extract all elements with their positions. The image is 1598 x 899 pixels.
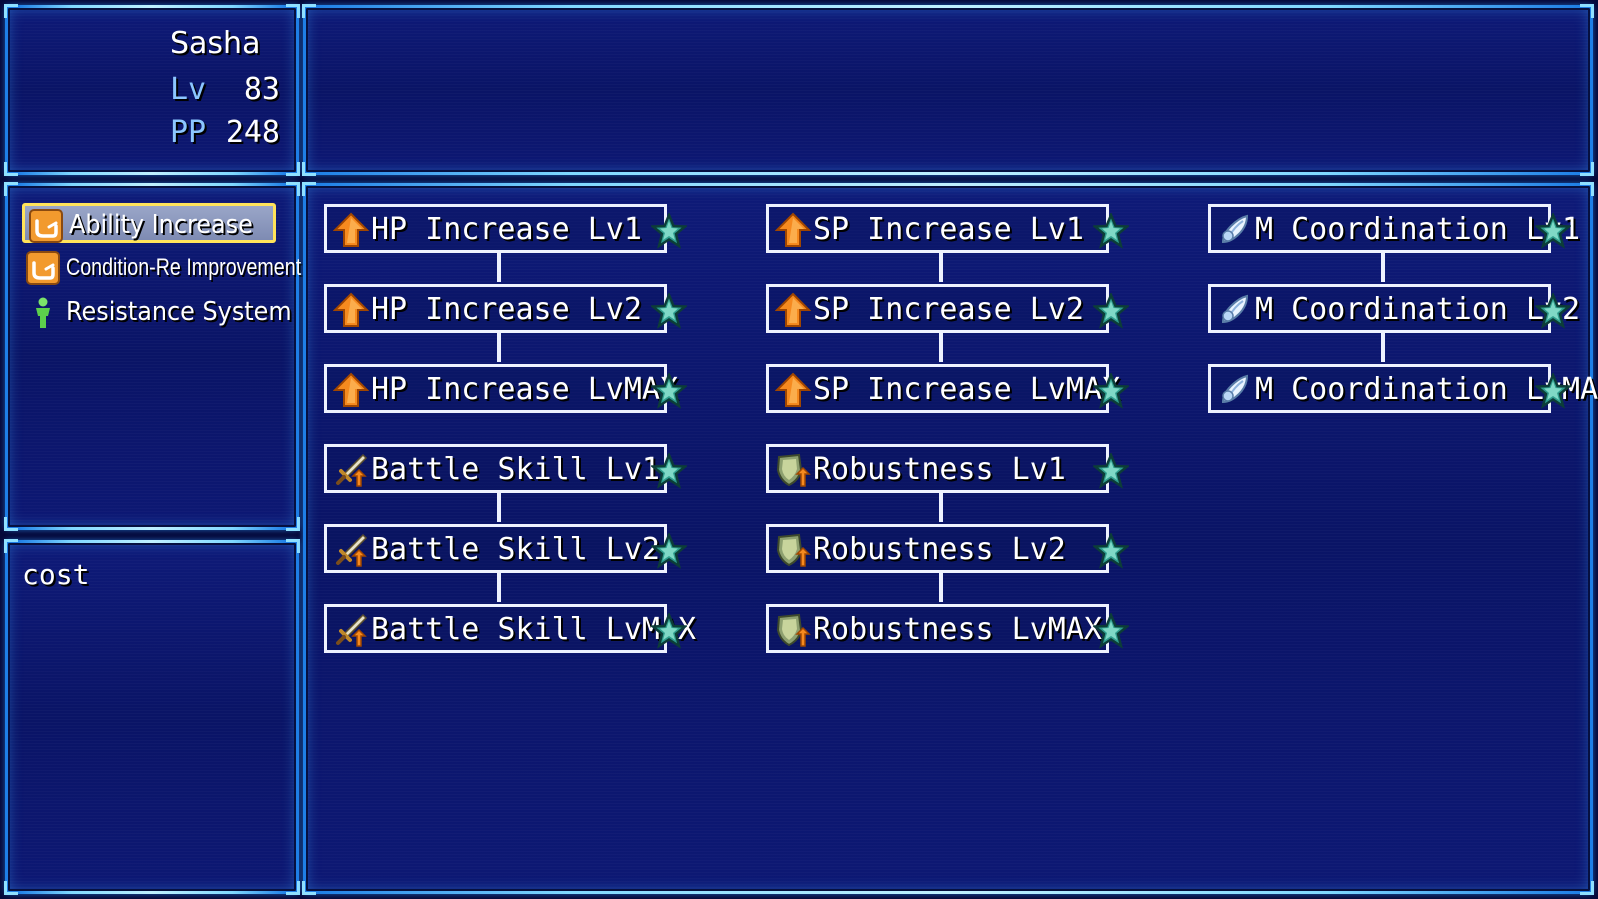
tree-connector [497, 332, 501, 362]
level-label: Lv [170, 72, 207, 107]
skill-label: M Coordination Lv2 [1255, 292, 1581, 327]
sword-icon [336, 533, 368, 567]
skill-node-robustness-lv2[interactable]: Robustness Lv2 [766, 524, 1129, 573]
skill-label: SP Increase Lv1 [813, 212, 1084, 247]
skill-node-battle-skill-lv2[interactable]: Battle Skill Lv2 [324, 524, 687, 573]
tree-connector [1381, 252, 1385, 282]
tree-connector [939, 492, 943, 522]
category-label: Resistance System [66, 297, 292, 327]
tree-connector [497, 252, 501, 282]
wing-icon [1221, 294, 1249, 324]
star-icon [1535, 213, 1571, 249]
skill-node-sp-increase-lvmax[interactable]: SP Increase LvMAX [766, 364, 1129, 413]
up-arrow-icon [775, 212, 811, 247]
skill-label: Robustness Lv2 [813, 532, 1066, 567]
skill-label: M Coordination Lv1 [1255, 212, 1581, 247]
person-icon [36, 297, 50, 328]
skill-label: Battle Skill Lv2 [371, 532, 660, 567]
skill-node-hp-increase-lvmax[interactable]: HP Increase LvMAX [324, 364, 687, 413]
skill-node-battle-skill-lvmax[interactable]: Battle Skill LvMAX [324, 604, 696, 653]
up-arrow-icon [333, 212, 369, 247]
up-arrow-icon [333, 292, 369, 327]
star-icon [1093, 293, 1129, 329]
category-label: Ability Increase [69, 210, 253, 240]
skill-node-sp-increase-lv2[interactable]: SP Increase Lv2 [766, 284, 1129, 333]
cost-label: cost [22, 558, 90, 591]
star-icon [1093, 533, 1129, 569]
cost-window [4, 539, 300, 895]
tree-connector [939, 332, 943, 362]
shield-icon [776, 453, 811, 487]
skill-node-m-coordination-lv1[interactable]: M Coordination Lv1 [1208, 204, 1580, 253]
skill-label: HP Increase Lv2 [371, 292, 642, 327]
star-icon [651, 533, 687, 569]
up-arrow-icon [775, 372, 811, 407]
star-icon [1093, 373, 1129, 409]
pp-value: 248 [225, 115, 280, 150]
skill-label: HP Increase LvMAX [371, 372, 679, 407]
shield-icon [776, 613, 811, 647]
skill-label: SP Increase Lv2 [813, 292, 1084, 327]
tree-connector [1381, 332, 1385, 362]
skill-label: Robustness LvMAX [813, 612, 1102, 647]
sword-icon [336, 613, 368, 647]
tree-connector [939, 252, 943, 282]
skill-node-sp-increase-lv1[interactable]: SP Increase Lv1 [766, 204, 1129, 253]
skill-node-hp-increase-lv1[interactable]: HP Increase Lv1 [324, 204, 687, 253]
hand-icon [26, 251, 60, 285]
star-icon [651, 373, 687, 409]
level-value: 83 [243, 72, 280, 107]
star-icon [1093, 613, 1129, 649]
skill-node-battle-skill-lv1[interactable]: Battle Skill Lv1 [324, 444, 687, 493]
star-icon [651, 453, 687, 489]
shield-icon [776, 533, 811, 567]
skill-node-hp-increase-lv2[interactable]: HP Increase Lv2 [324, 284, 687, 333]
wing-icon [1221, 214, 1249, 244]
star-icon [1535, 373, 1571, 409]
star-icon [1535, 293, 1571, 329]
skill-node-robustness-lvmax[interactable]: Robustness LvMAX [766, 604, 1129, 653]
skill-label: Robustness Lv1 [813, 452, 1066, 487]
up-arrow-icon [775, 292, 811, 327]
star-icon [651, 293, 687, 329]
skill-label: Battle Skill Lv1 [371, 452, 660, 487]
pp-row: PP 248 [170, 115, 280, 150]
skill-label: HP Increase Lv1 [371, 212, 642, 247]
skill-label: Battle Skill LvMAX [371, 612, 697, 647]
pp-label: PP [170, 115, 207, 150]
tree-connector [939, 572, 943, 602]
tree-connector [497, 572, 501, 602]
star-icon [1093, 213, 1129, 249]
description-window [302, 4, 1594, 176]
hand-icon [29, 209, 63, 243]
skill-node-robustness-lv1[interactable]: Robustness Lv1 [766, 444, 1129, 493]
sword-icon [336, 453, 368, 487]
wing-icon [1221, 374, 1249, 404]
category-resistance-system[interactable]: Resistance System [22, 293, 292, 333]
up-arrow-icon [333, 372, 369, 407]
category-ability-increase[interactable]: Ability Increase [22, 203, 276, 243]
character-name: Sasha [170, 26, 261, 61]
skill-label: SP Increase LvMAX [813, 372, 1121, 407]
star-icon [651, 613, 687, 649]
skill-node-m-coordination-lvmax[interactable]: M Coordination LvMAX [1208, 364, 1598, 413]
skill-node-m-coordination-lv2[interactable]: M Coordination Lv2 [1208, 284, 1580, 333]
category-label: Condition-Re Improvement [66, 254, 302, 281]
category-condition-re-improvement[interactable]: Condition-Re Improvement [22, 248, 301, 288]
star-icon [651, 213, 687, 249]
star-icon [1093, 453, 1129, 489]
level-row: Lv 83 [170, 72, 280, 107]
tree-connector [497, 492, 501, 522]
